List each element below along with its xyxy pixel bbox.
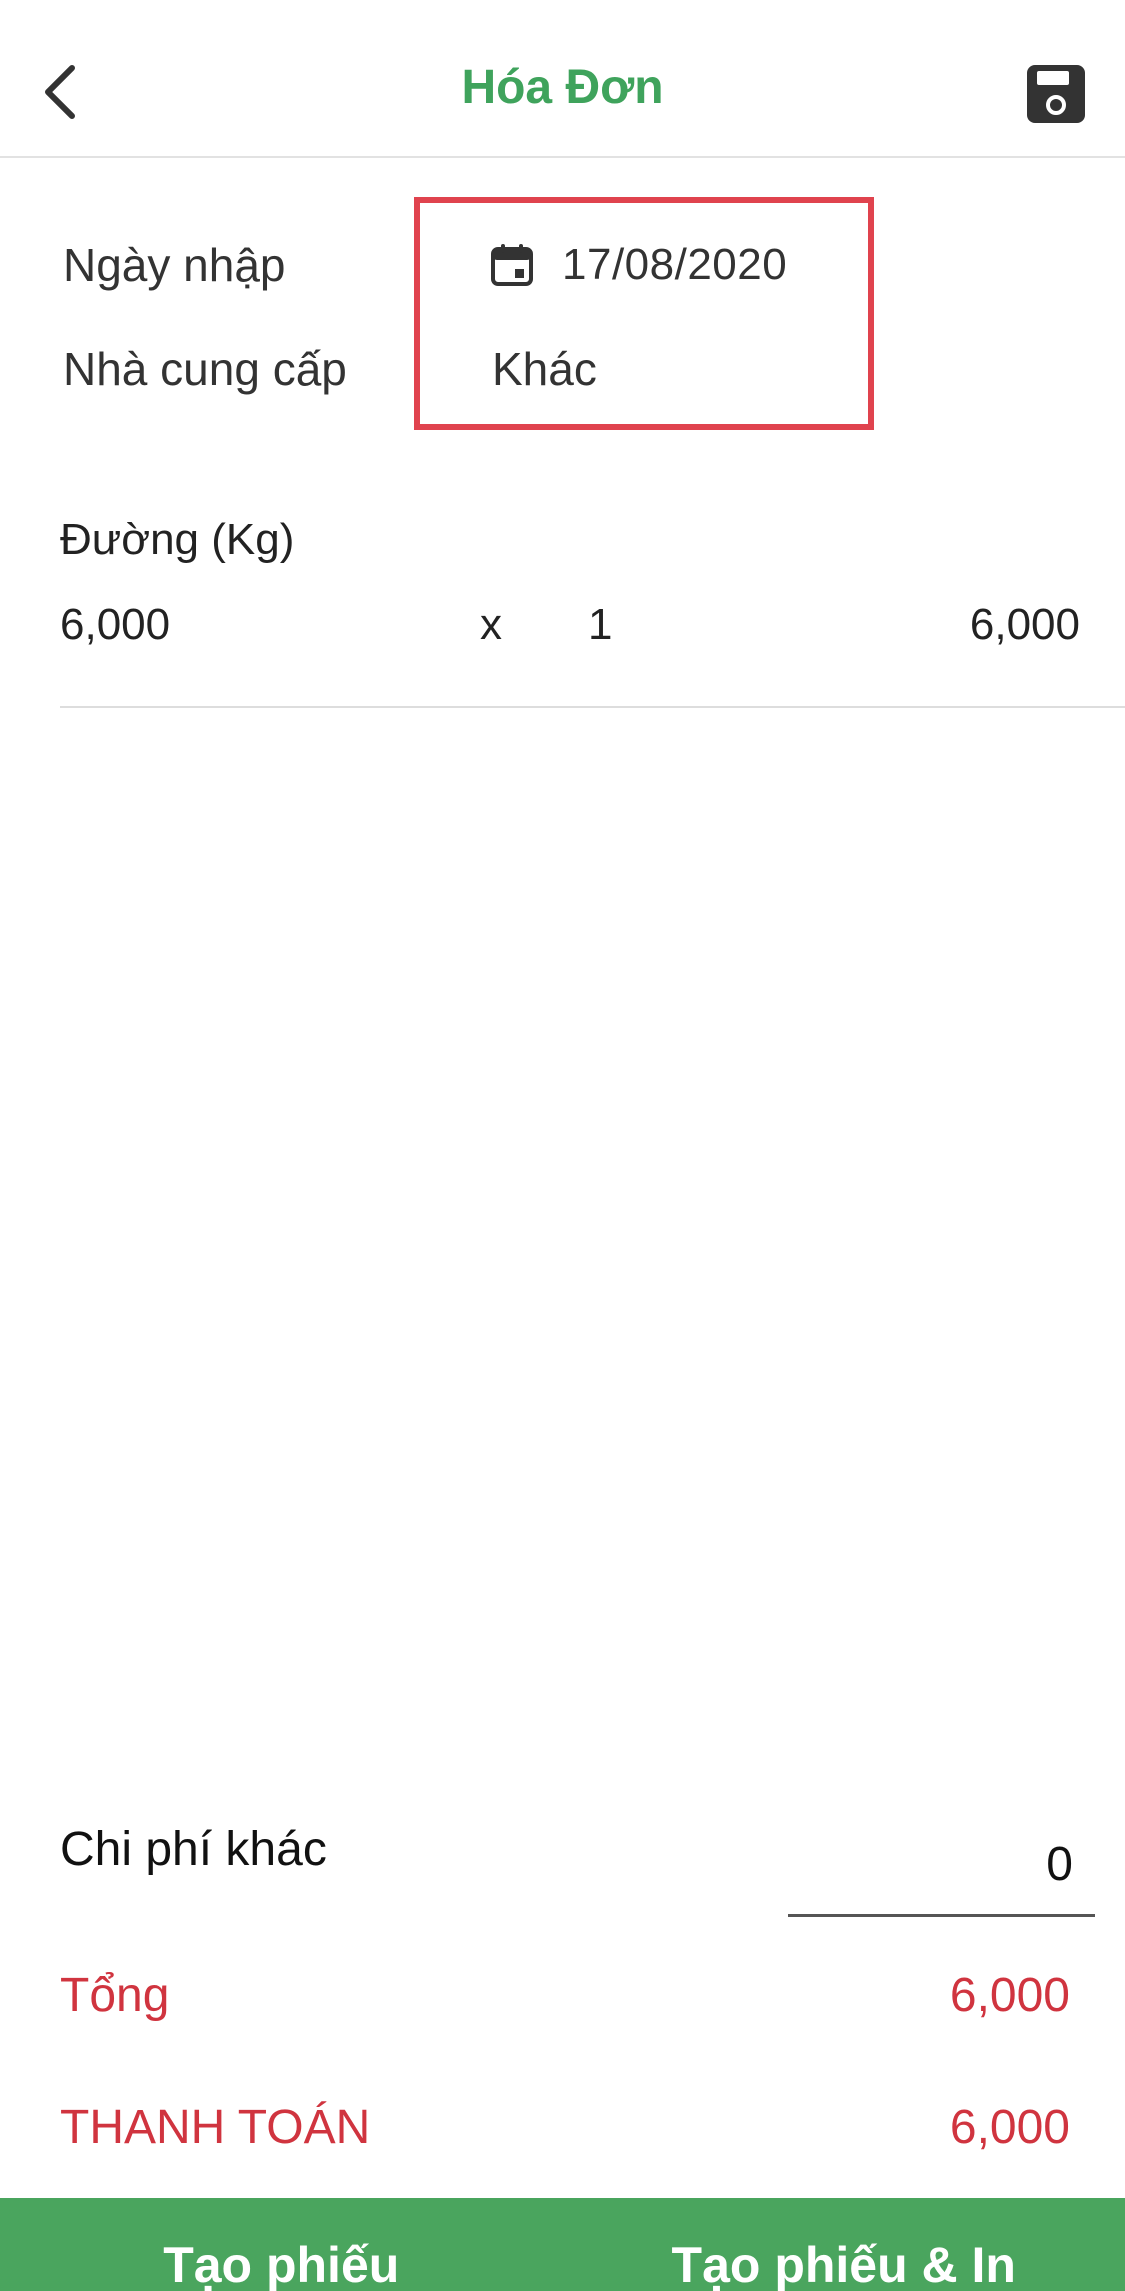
app-header: Hóa Đơn [0,0,1125,158]
create-and-print-button[interactable]: Tạo phiếu & In [563,2198,1125,2291]
item-price: 6,000 [60,600,171,649]
bottom-action-bar: Tạo phiếu Tạo phiếu & In [0,2198,1125,2291]
create-voucher-button[interactable]: Tạo phiếu [0,2198,563,2291]
item-quantity: 1 [588,600,613,649]
other-cost-label: Chi phí khác [60,1823,327,1876]
item-name: Đường (Kg) [60,515,295,564]
date-picker[interactable]: 17/08/2020 [490,240,787,290]
invoice-screen: Hóa Đơn Ngày nhập 17/08/2020 Nhà cung cấ… [0,0,1125,2291]
floppy-disk-icon [1027,65,1085,123]
save-button[interactable] [1024,62,1088,126]
payment-label: THANH TOÁN [60,2101,371,2154]
highlight-annotation-box [414,197,874,430]
total-label: Tổng [60,1969,170,2022]
date-value: 17/08/2020 [562,240,788,289]
calendar-icon [490,243,534,287]
item-amount: 6,000 [969,600,1080,649]
date-label: Ngày nhập [63,239,286,291]
supplier-label: Nhà cung cấp [63,343,347,395]
total-value: 6,000 [949,1969,1070,2022]
supplier-select[interactable]: Khác [492,342,597,396]
other-cost-input[interactable] [788,1815,1095,1917]
item-multiply-sign: x [480,600,502,649]
item-divider [60,706,1125,708]
page-title: Hóa Đơn [461,61,664,114]
item-row[interactable]: 6,000 x 1 6,000 [60,600,1080,660]
payment-value: 6,000 [949,2101,1070,2154]
